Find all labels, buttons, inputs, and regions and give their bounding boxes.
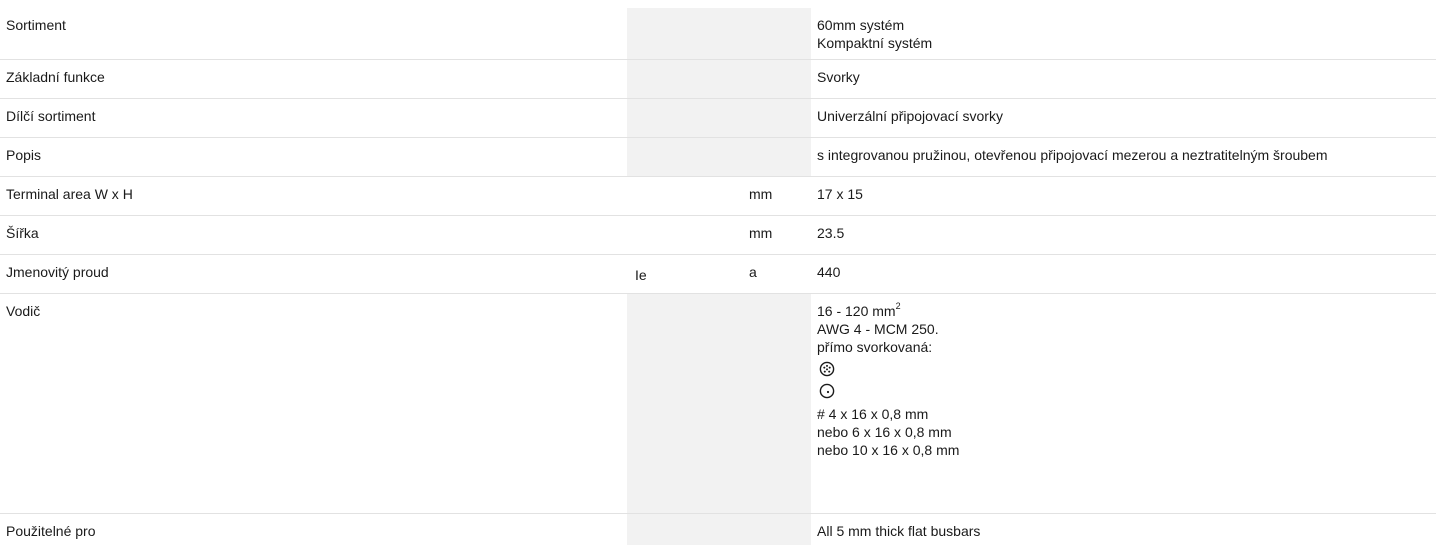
clamped-label: přímo svorkovaná:: [817, 339, 933, 355]
row-label: Jmenovitý proud: [6, 264, 109, 280]
table-row-vodic: Vodič 16 - 120 mm2 AWG 4 - MCM 250. přím…: [0, 293, 1436, 514]
row-symbol: [627, 8, 742, 19]
row-label: Vodič: [6, 303, 41, 319]
row-value: s integrovanou pružinou, otevřenou připo…: [811, 138, 1436, 164]
solid-conductor-icon: [819, 383, 835, 399]
busbar-size-1: # 4 x 16 x 0,8 mm: [817, 406, 929, 422]
row-label: Sortiment: [6, 17, 66, 33]
row-label: Základní funkce: [6, 69, 105, 85]
row-symbol: [627, 514, 742, 525]
row-value: All 5 mm thick flat busbars: [811, 514, 1436, 540]
busbar-size-2: nebo 6 x 16 x 0,8 mm: [817, 424, 952, 440]
row-symbol: [627, 177, 742, 188]
table-row-zakladni-funkce: Základní funkce Svorky: [0, 59, 1436, 99]
spec-table: Sortiment 60mm systém Kompaktní systém Z…: [0, 8, 1436, 545]
row-value: 16 - 120 mm2 AWG 4 - MCM 250. přímo svor…: [811, 294, 1436, 459]
value-line: Univerzální připojovací svorky: [817, 108, 1003, 124]
table-row-terminal-area: Terminal area W x H mm 17 x 15: [0, 176, 1436, 216]
row-value: 23.5: [811, 216, 1436, 242]
value-line: Kompaktní systém: [817, 35, 933, 51]
row-label: Dílčí sortiment: [6, 108, 96, 124]
cross-section-superscript: 2: [895, 301, 901, 312]
row-unit: [742, 514, 811, 522]
row-unit: a: [749, 264, 757, 280]
row-symbol: [627, 60, 742, 71]
cross-section-value: 16 - 120 mm2: [817, 302, 1436, 320]
row-unit: mm: [749, 225, 773, 241]
row-label: Použitelné pro: [6, 523, 96, 539]
value-line: All 5 mm thick flat busbars: [817, 523, 981, 539]
row-unit: [742, 138, 811, 146]
row-label: Popis: [6, 147, 42, 163]
row-unit: [742, 60, 811, 68]
row-symbol: Ie: [635, 267, 647, 283]
cross-section-text: 16 - 120 mm: [817, 303, 896, 319]
row-symbol: [627, 138, 742, 149]
table-row-jmenovity-proud: Jmenovitý proud Ie a 440: [0, 254, 1436, 294]
row-unit: [742, 294, 811, 302]
table-row-sirka: Šířka mm 23.5: [0, 215, 1436, 255]
table-row-pouzitelne-pro: Použitelné pro All 5 mm thick flat busba…: [0, 513, 1436, 545]
value-line: 23.5: [817, 225, 845, 241]
table-row-sortiment: Sortiment 60mm systém Kompaktní systém: [0, 8, 1436, 60]
value-line: 60mm systém: [817, 17, 905, 33]
value-line: 17 x 15: [817, 186, 863, 202]
row-value: 17 x 15: [811, 177, 1436, 203]
row-value: Svorky: [811, 60, 1436, 86]
row-value: Univerzální připojovací svorky: [811, 99, 1436, 125]
value-line: 440: [817, 264, 841, 280]
table-row-dilci-sortiment: Dílčí sortiment Univerzální připojovací …: [0, 98, 1436, 138]
row-symbol: [627, 99, 742, 110]
value-line: s integrovanou pružinou, otevřenou připo…: [817, 147, 1328, 163]
stranded-conductor-icon: [819, 361, 835, 377]
row-unit: [742, 99, 811, 107]
heading-cutoff: [0, 0, 1436, 8]
row-symbol: [627, 294, 742, 305]
value-line: Svorky: [817, 69, 860, 85]
table-row-popis: Popis s integrovanou pružinou, otevřenou…: [0, 137, 1436, 177]
row-unit: [742, 8, 811, 16]
row-label: Terminal area W x H: [6, 186, 133, 202]
row-value: 60mm systém Kompaktní systém: [811, 8, 1436, 52]
row-value: 440: [811, 255, 1436, 281]
awg-value: AWG 4 - MCM 250.: [817, 321, 939, 337]
busbar-size-3: nebo 10 x 16 x 0,8 mm: [817, 442, 960, 458]
row-symbol: [627, 216, 742, 227]
row-unit: mm: [749, 186, 773, 202]
row-label: Šířka: [6, 225, 39, 241]
